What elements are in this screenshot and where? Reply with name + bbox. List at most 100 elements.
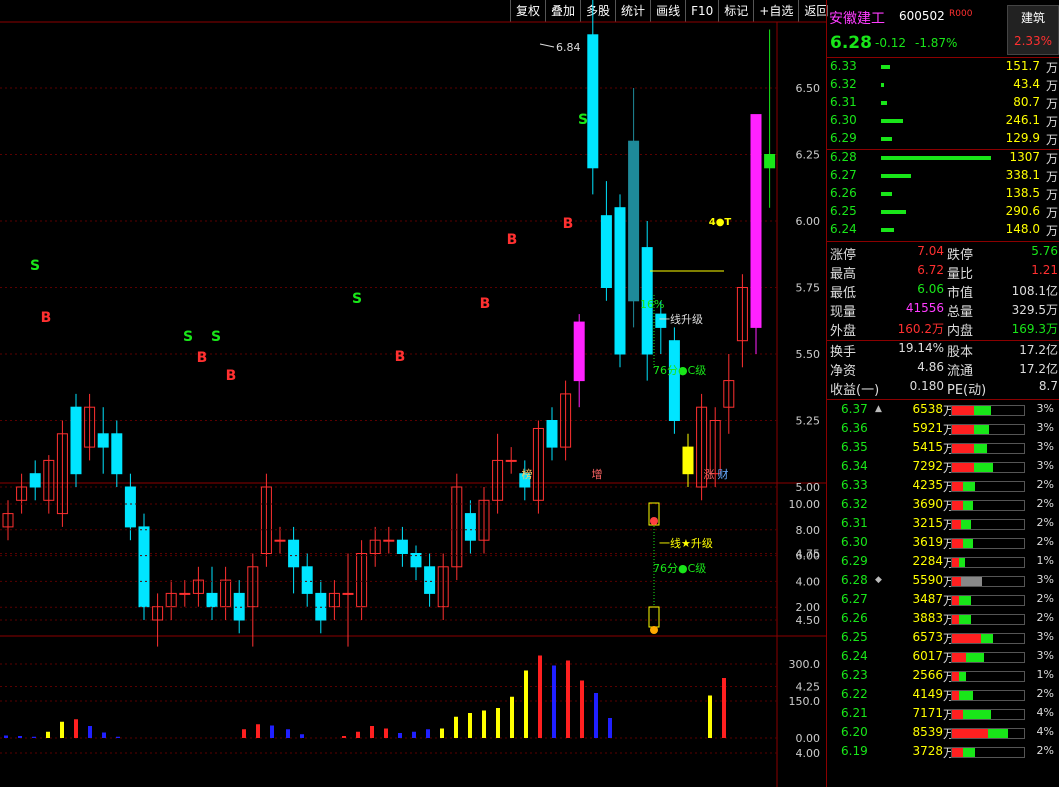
volume-bar [286,729,290,738]
profile-bar [951,614,1025,625]
profile-bar [951,500,1025,511]
profile-bar-red [952,520,961,529]
order-volume: 138.5 [1005,186,1040,200]
volume-bar [102,732,106,738]
y-tick-label: 4.00 [796,747,821,760]
profile-bar [951,576,1025,587]
event-badge: 增 [592,467,603,481]
stat-value: 0.180 [909,379,944,393]
chart-annotation: 76分●C级 [653,562,706,575]
candle-body [424,566,436,594]
profile-volume: 4235 [912,478,943,492]
profile-price: 6.32 [841,497,868,511]
order-volume-bar [881,192,892,196]
stat-value: 8.7 [1038,379,1058,393]
signal-marker: S [352,291,362,307]
y-tick-label: 5.00 [796,481,821,494]
profile-bar-green [960,520,971,529]
volume-bar [384,728,388,738]
volume-tick-label: 0.00 [796,732,821,745]
candle-body [124,486,136,528]
order-volume: 129.9 [1005,131,1040,145]
volume-bar [398,733,402,738]
profile-percent: 3% [1036,421,1054,434]
volume-profile-row: 6.21 7171 万 4% [827,706,1059,724]
profile-bar-red [952,691,960,700]
candle-body [682,446,694,475]
volume-profile-row: 6.37 ▲ 6538 万 3% [827,402,1059,420]
divider [827,399,1059,400]
profile-price: 6.34 [841,459,868,473]
profile-bar [951,690,1025,701]
order-row: 6.33 151.7 万 [827,59,1059,77]
order-row: 6.25 290.6 万 [827,204,1059,222]
signal-marker: S [183,329,193,345]
stat-value: 19.14% [898,341,944,355]
order-volume: 148.0 [1005,222,1040,236]
stat-label: 内盘 [947,324,974,339]
profile-percent: 3% [1036,402,1054,415]
volume-bar [722,678,726,738]
profile-bar [951,538,1025,549]
profile-bar [951,709,1025,720]
candle-body [138,526,150,608]
profile-volume: 7171 [912,706,943,720]
volume-bar [580,680,584,738]
signal-marker: 4●T [709,217,732,228]
candle-body [342,592,354,595]
stat-value: 17.2亿 [1019,343,1058,357]
signal-marker: B [197,350,208,366]
indicator-tick-label: 4.00 [796,575,821,588]
event-badge: 榜 [522,467,533,481]
volume-profile-row: 6.36 5921 万 3% [827,421,1059,439]
chart-annotation: 一线升级 [659,312,703,326]
volume-profile-row: 6.19 3728 万 2% [827,744,1059,762]
profile-percent: 3% [1036,630,1054,643]
stat-label: 最高 [830,267,857,282]
industry-change: 2.33% [1013,34,1053,48]
volume-bar [412,731,416,738]
profile-bar-red [952,615,960,624]
profile-bar-green [966,653,985,662]
order-price: 6.24 [830,222,857,236]
stat-label: 跌停 [947,248,974,263]
profile-volume: 8539 [912,725,943,739]
profile-bar [951,652,1025,663]
volume-tick-label: 300.0 [789,658,821,671]
volume-bar [256,724,260,738]
profile-volume: 3487 [912,592,943,606]
profile-bar [951,671,1025,682]
profile-bar-red [952,729,988,738]
stat-label: 现量 [830,305,857,320]
y-tick-label: 5.25 [796,415,821,428]
stat-label: 总量 [947,305,974,320]
profile-percent: 2% [1036,592,1054,605]
order-volume: 290.6 [1005,204,1040,218]
stat-value: 108.1亿 [1011,284,1058,298]
profile-bar [951,405,1025,416]
order-row: 6.24 148.0 万 [827,222,1059,240]
profile-percent: 4% [1036,706,1054,719]
y-tick-label: 6.00 [796,215,821,228]
profile-bar [951,557,1025,568]
stat-label: 换手 [830,345,857,360]
profile-price: 6.36 [841,421,868,435]
order-volume-bar [881,228,895,232]
volume-profile-row: 6.34 7292 万 3% [827,459,1059,477]
profile-price: 6.37 [841,402,868,416]
profile-bar-red [952,748,963,757]
profile-volume: 4149 [912,687,943,701]
chart-annotation: 16% [640,298,664,311]
stat-value: 169.3万 [1011,322,1058,336]
order-unit: 万 [1045,97,1058,111]
industry-box[interactable]: 建筑 2.33% [1007,5,1059,55]
candlestick-chart[interactable]: 6.506.256.005.755.505.255.004.754.504.25… [0,0,826,787]
profile-bar-green [959,558,966,567]
profile-price: 6.30 [841,535,868,549]
stat-value: 1.21 [1031,263,1058,277]
order-price: 6.32 [830,77,857,91]
order-volume-bar [881,210,907,214]
profile-bar [951,443,1025,454]
profile-bar-green [973,444,988,453]
indicator-tick-label: 10.00 [789,498,821,511]
